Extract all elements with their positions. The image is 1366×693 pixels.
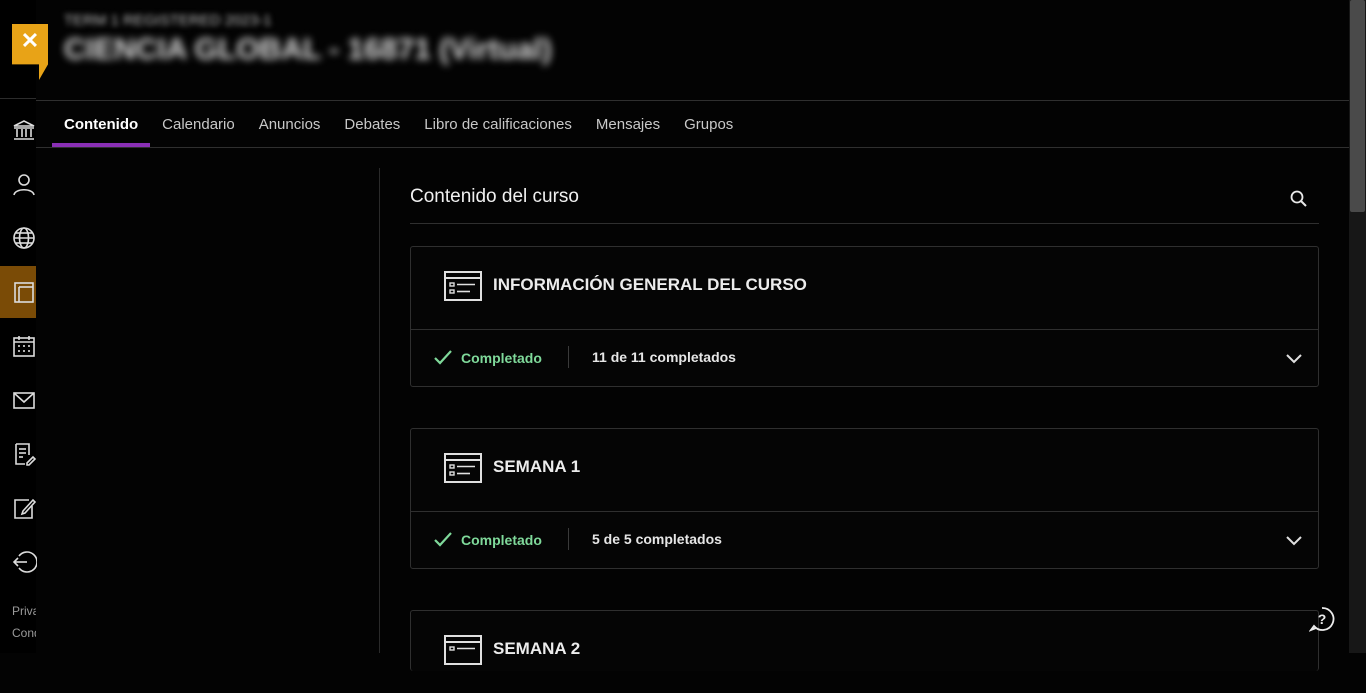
institution-icon[interactable] bbox=[8, 114, 40, 146]
module-title[interactable]: SEMANA 1 bbox=[493, 457, 580, 477]
module-title[interactable]: INFORMACIÓN GENERAL DEL CURSO bbox=[493, 275, 807, 295]
check-icon bbox=[434, 350, 452, 365]
module-header[interactable]: SEMANA 2 bbox=[411, 611, 1318, 693]
module-progress-bar: Completado 11 de 11 completados bbox=[411, 329, 1318, 386]
module-header[interactable]: INFORMACIÓN GENERAL DEL CURSO bbox=[411, 247, 1318, 329]
close-course-button[interactable]: ✕ bbox=[12, 24, 48, 80]
course-icon[interactable] bbox=[8, 276, 40, 308]
svg-text:?: ? bbox=[1318, 611, 1327, 627]
scrollbar[interactable] bbox=[1349, 0, 1366, 653]
course-subtitle: TERM 1 REGISTERED 2023-1 bbox=[64, 12, 272, 29]
privacy-link[interactable]: Priva bbox=[12, 604, 36, 618]
course-title: CIENCIA GLOBAL - 16871 (Virtual) bbox=[64, 33, 552, 66]
course-tabs: Contenido Calendario Anuncios Debates Li… bbox=[52, 101, 745, 147]
status-divider bbox=[568, 346, 569, 368]
module-folder-icon bbox=[444, 453, 482, 483]
tab-calendario[interactable]: Calendario bbox=[150, 101, 247, 147]
module-progress-bar: Completado 5 de 5 completados bbox=[411, 511, 1318, 568]
edit-icon[interactable] bbox=[8, 492, 40, 524]
module-folder-icon bbox=[444, 271, 482, 301]
tabs-divider bbox=[36, 147, 1366, 148]
progress-count: 5 de 5 completados bbox=[592, 531, 722, 547]
tab-mensajes[interactable]: Mensajes bbox=[584, 101, 672, 147]
calendar-icon[interactable] bbox=[8, 330, 40, 362]
module-title[interactable]: SEMANA 2 bbox=[493, 639, 580, 659]
module-card[interactable]: INFORMACIÓN GENERAL DEL CURSO Completado… bbox=[410, 246, 1319, 387]
signout-icon[interactable] bbox=[8, 546, 40, 578]
scrollbar-thumb[interactable] bbox=[1350, 0, 1365, 212]
help-icon[interactable]: ? bbox=[1308, 606, 1335, 633]
grades-icon[interactable] bbox=[8, 438, 40, 470]
check-icon bbox=[434, 532, 452, 547]
course-header: TERM 1 REGISTERED 2023-1 CIENCIA GLOBAL … bbox=[64, 12, 552, 67]
status-label: Completado bbox=[461, 532, 542, 548]
panel-divider bbox=[379, 168, 380, 653]
tab-debates[interactable]: Debates bbox=[332, 101, 412, 147]
module-card[interactable]: SEMANA 1 Completado 5 de 5 completados bbox=[410, 428, 1319, 569]
conditions-link[interactable]: Cond bbox=[12, 626, 36, 640]
tab-anuncios[interactable]: Anuncios bbox=[247, 101, 333, 147]
sidebar-divider bbox=[0, 98, 36, 99]
status-label: Completado bbox=[461, 350, 542, 366]
search-icon[interactable] bbox=[1288, 188, 1310, 210]
status-divider bbox=[568, 528, 569, 550]
person-icon[interactable] bbox=[8, 168, 40, 200]
tab-contenido[interactable]: Contenido bbox=[52, 101, 151, 147]
content-title: Contenido del curso bbox=[410, 186, 579, 207]
chevron-down-icon[interactable] bbox=[1284, 348, 1304, 368]
globe-icon[interactable] bbox=[8, 222, 40, 254]
progress-count: 11 de 11 completados bbox=[592, 349, 736, 365]
content-title-rule bbox=[410, 223, 1319, 224]
mail-icon[interactable] bbox=[8, 384, 40, 416]
module-card[interactable]: SEMANA 2 bbox=[410, 610, 1319, 671]
close-icon: ✕ bbox=[20, 28, 40, 53]
module-folder-icon bbox=[444, 635, 482, 665]
tab-libro-de-calificaciones[interactable]: Libro de calificaciones bbox=[412, 101, 584, 147]
tab-grupos[interactable]: Grupos bbox=[672, 101, 745, 147]
module-header[interactable]: SEMANA 1 bbox=[411, 429, 1318, 511]
chevron-down-icon[interactable] bbox=[1284, 530, 1304, 550]
